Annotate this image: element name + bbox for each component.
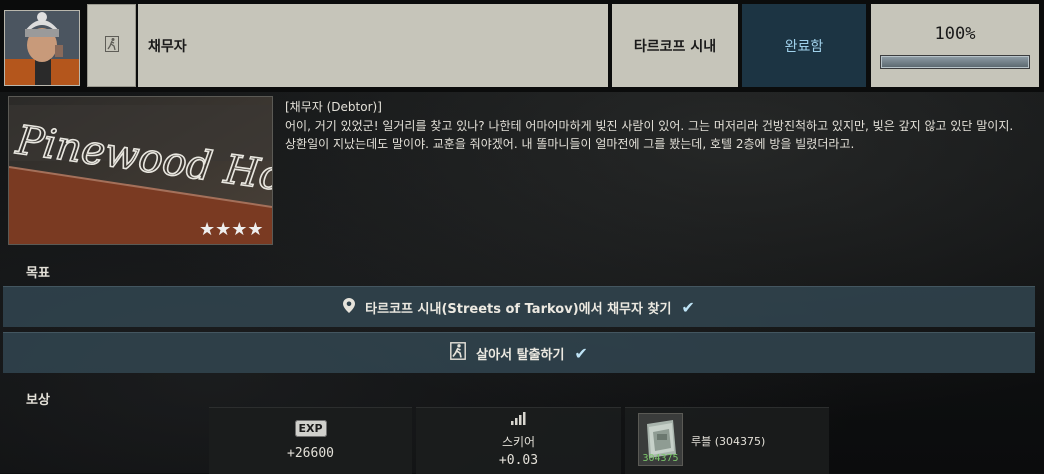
quest-type-box [87,4,136,87]
item-count: 304375 [642,453,679,464]
quest-title: 채무자 [138,4,608,87]
description-heading: [채무자 (Debtor)] [285,100,382,114]
reward-skill: 스키어 +0.03 [416,407,621,474]
check-icon: ✔ [574,343,588,363]
reward-item[interactable]: 304375 루블 (304375) [625,407,829,474]
quest-description: [채무자 (Debtor)] 어이, 거기 있었군! 일거리를 찾고 있나? 나… [285,98,1025,154]
rewards-label: 보상 [26,393,50,408]
quest-image: Pinewood Hotel ★★★★ [8,96,273,245]
quest-location: 타르코프 시내 [612,4,738,87]
location-pin-icon [343,297,356,317]
exp-badge: EXP [294,420,327,437]
rank-bars-icon [510,411,526,430]
svg-text:★★★★: ★★★★ [199,219,264,240]
item-name: 루블 (304375) [691,435,766,448]
progress-fill [881,56,1029,68]
objective-row[interactable]: 살아서 탈출하기 ✔ [3,332,1035,373]
quest-header: 채무자 타르코프 시내 완료함 100% [0,0,1044,92]
trader-avatar[interactable] [4,10,80,86]
quest-progress: 100% [871,4,1039,87]
objective-row[interactable]: 타르코프 시내(Streets of Tarkov)에서 채무자 찾기 ✔ [3,286,1035,327]
reward-exp: EXP +26600 [209,407,412,474]
exp-value: +26600 [287,446,334,461]
skill-value: +0.03 [498,453,539,468]
progress-bar [880,55,1030,69]
quest-status-badge: 완료함 [742,4,866,87]
item-slot[interactable]: 304375 [638,413,683,466]
check-icon: ✔ [681,297,695,317]
skill-name: 스키어 [501,435,536,449]
objectives-label: 목표 [26,266,50,281]
objective-text: 타르코프 시내(Streets of Tarkov)에서 채무자 찾기 [365,301,672,317]
running-exit-icon [450,342,467,364]
description-body: 어이, 거기 있었군! 일거리를 찾고 있나? 나한테 어마어마하게 빚진 사람… [285,118,1014,152]
objective-text: 살아서 탈출하기 [476,347,565,363]
exit-icon [104,35,119,56]
progress-text: 100% [934,24,976,44]
